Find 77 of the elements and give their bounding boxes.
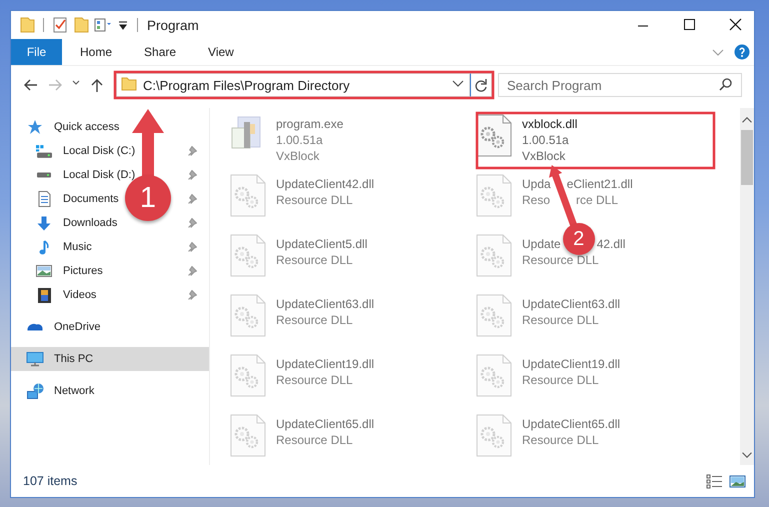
file-name[interactable]: UpdateClient19.dll	[522, 356, 620, 372]
sidebar-item[interactable]: OneDrive	[54, 321, 100, 333]
properties-icon[interactable]	[94, 16, 112, 34]
sidebar-item[interactable]: Network	[54, 385, 94, 397]
address-bar[interactable]: C:\Program Files\Program Directory	[116, 73, 470, 97]
file-detail: 1.00.51a	[276, 132, 324, 148]
window-title: Program	[147, 18, 200, 32]
details-view-icon[interactable]	[706, 472, 723, 490]
file-detail: Resource DLL	[276, 372, 354, 388]
item-count: 107 items	[23, 474, 78, 488]
folder-icon[interactable]	[19, 16, 35, 34]
checklist-icon[interactable]	[52, 16, 68, 34]
help-icon[interactable]	[734, 44, 750, 60]
sidebar-item[interactable]: Pictures	[63, 265, 103, 277]
file-tab[interactable]: File	[11, 39, 62, 65]
file-name[interactable]: UpdateClient19.dll	[276, 356, 374, 372]
file-name[interactable]: Upda	[522, 176, 551, 192]
file-detail: Resource DLL	[522, 252, 600, 268]
file-name[interactable]: UpdateClient65.dll	[276, 416, 374, 432]
file-detail: Resource DLL	[276, 192, 354, 208]
file-detail: Resource DLL	[276, 252, 354, 268]
file-name[interactable]: UpdateClient63.dll	[522, 296, 620, 312]
sidebar-item[interactable]: Downloads	[63, 217, 118, 229]
drive-icon	[36, 172, 52, 178]
folder-icon[interactable]	[73, 16, 89, 34]
file-name[interactable]: vxblock.dll	[522, 116, 578, 132]
search-icon[interactable]	[718, 77, 734, 93]
scroll-up-icon[interactable]	[742, 117, 752, 123]
sidebar-item[interactable]: Local Disk (C:)	[63, 145, 136, 157]
scroll-thumb[interactable]	[741, 130, 753, 185]
document-icon	[38, 191, 50, 207]
settings-file-icon[interactable]	[476, 114, 512, 157]
download-icon	[37, 216, 51, 230]
file-name[interactable]: Update	[522, 236, 561, 252]
scroll-down-icon[interactable]	[742, 452, 752, 458]
folder-icon	[121, 75, 137, 92]
file-name[interactable]: UpdateClient65.dll	[522, 416, 620, 432]
sidebar-item[interactable]: Documents	[63, 193, 119, 205]
file-detail: Resource DLL	[276, 432, 354, 448]
ribbon-tab[interactable]: Home	[66, 39, 126, 65]
file-detail: Reso	[522, 192, 550, 208]
file-detail: Resource DLL	[522, 372, 600, 388]
up-arrow-icon[interactable]	[89, 77, 105, 93]
ribbon-tab[interactable]: Share	[130, 39, 190, 65]
film-icon	[38, 288, 50, 302]
refresh-icon	[473, 77, 489, 93]
file-detail: VxBlock	[276, 148, 320, 164]
star-icon	[27, 119, 43, 135]
back-arrow-icon[interactable]	[23, 77, 39, 93]
file-name[interactable]: UpdateClient63.dll	[276, 296, 374, 312]
file-detail: Resource DLL	[276, 312, 354, 328]
refresh-button[interactable]	[470, 73, 492, 97]
large-icons-view-icon[interactable]	[729, 472, 746, 490]
file-name[interactable]: UpdateClient5.dll	[276, 236, 368, 252]
file-name[interactable]: program.exe	[276, 116, 344, 132]
file-detail: Resource DLL	[522, 432, 600, 448]
sidebar-item[interactable]: Music	[63, 241, 92, 253]
ribbon-tab[interactable]: View	[194, 39, 248, 65]
folder-path: C:\Program Files\Program Directory	[143, 78, 351, 92]
file-name[interactable]: UpdateClient42.dll	[276, 176, 374, 192]
music-note-icon	[39, 240, 49, 254]
monitor-icon	[26, 352, 44, 366]
drive-icon	[36, 144, 52, 158]
file-name[interactable]: eClient21.dll	[566, 176, 633, 192]
sidebar-item[interactable]: This PC	[54, 353, 94, 365]
network-icon	[26, 383, 44, 399]
sidebar-item[interactable]: Videos	[63, 289, 96, 301]
file-detail: rce DLL	[576, 192, 618, 208]
scrollbar[interactable]	[740, 108, 754, 465]
search-field[interactable]: Search Program	[498, 73, 742, 97]
cloud-icon	[27, 323, 43, 331]
file-detail: 1.00.51a	[522, 132, 570, 148]
file-name[interactable]: 42.dll	[596, 236, 626, 252]
sidebar-item[interactable]: Quick access	[54, 121, 120, 133]
file-detail: VxBlock	[522, 148, 566, 164]
file-detail: Resource DLL	[522, 312, 600, 328]
picture-icon	[36, 265, 52, 277]
